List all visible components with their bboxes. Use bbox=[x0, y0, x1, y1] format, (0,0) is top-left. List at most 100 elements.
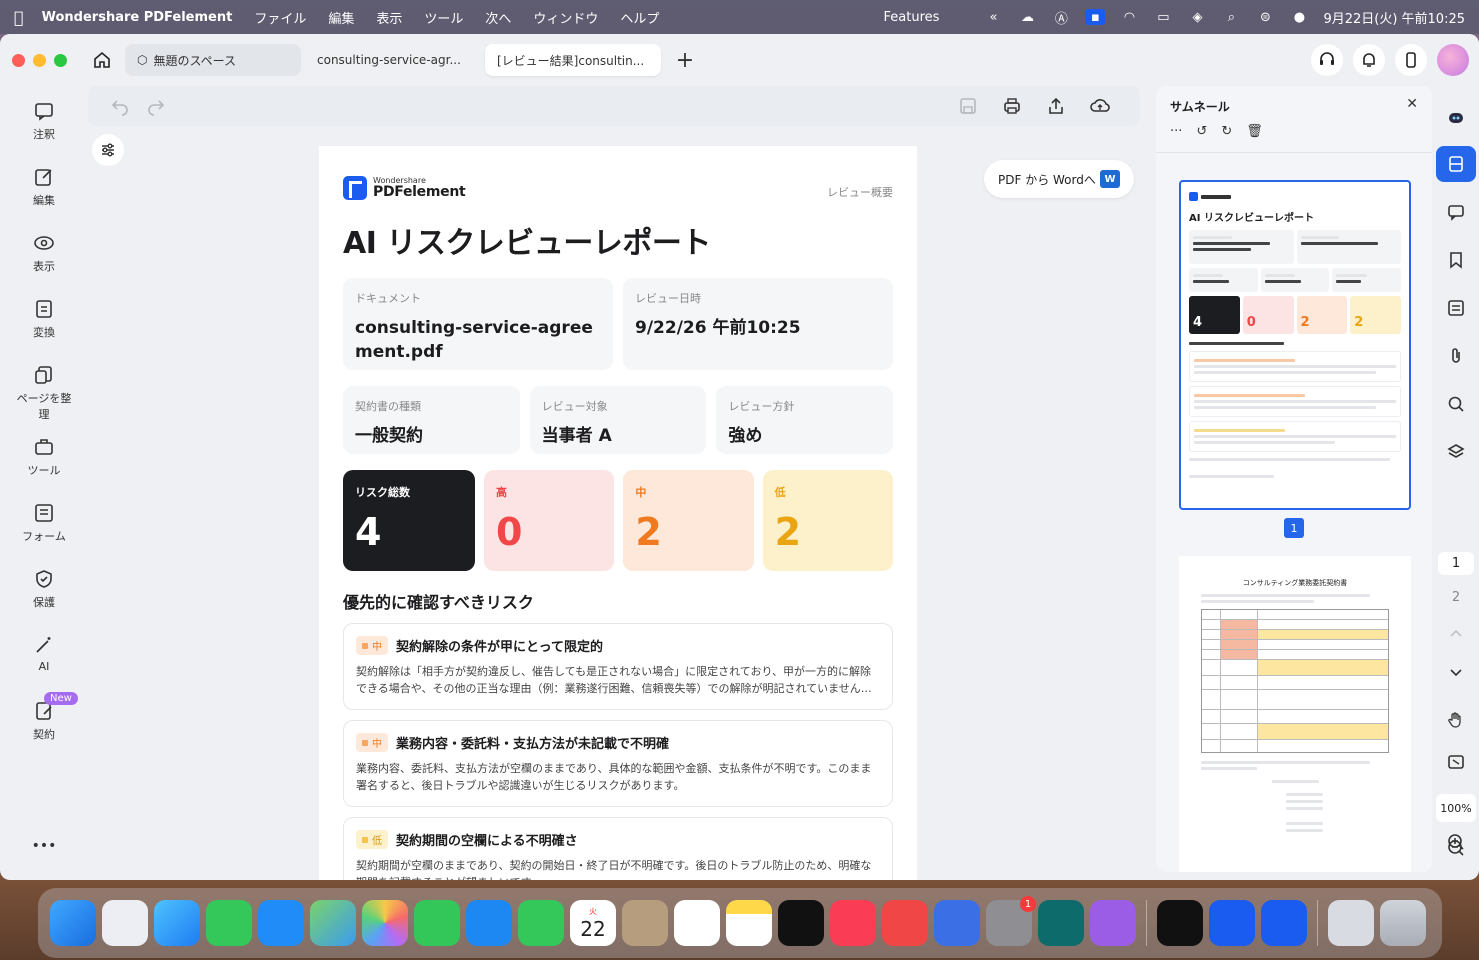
pdfelement-dock-icon[interactable] bbox=[1209, 900, 1255, 946]
home-button[interactable] bbox=[85, 43, 119, 77]
sidebar-item-convert[interactable]: 変換 bbox=[0, 298, 88, 340]
sidebar-more-button[interactable]: ••• bbox=[0, 838, 88, 854]
support-button[interactable] bbox=[1311, 44, 1343, 76]
rocket-app-icon[interactable] bbox=[882, 900, 928, 946]
rotate-right-icon[interactable]: ↻ bbox=[1221, 124, 1232, 139]
facetime-icon[interactable] bbox=[414, 900, 460, 946]
app-menu[interactable]: Wondershare PDFelement bbox=[42, 10, 233, 25]
thumbnails-panel-button[interactable] bbox=[1436, 146, 1476, 182]
page-thumbnail-1[interactable]: AI リスクレビューレポート 4 0 2 2 bbox=[1179, 180, 1411, 510]
notes-icon[interactable] bbox=[726, 900, 772, 946]
pdfelement-status-icon[interactable]: ▪ bbox=[1085, 9, 1106, 25]
pdfelement-alt-icon[interactable] bbox=[934, 900, 980, 946]
sidebar-item-protect[interactable]: 保護 bbox=[0, 568, 88, 610]
launchpad-icon[interactable] bbox=[102, 900, 148, 946]
sidebar-item-ai[interactable]: AI bbox=[0, 634, 88, 673]
menu-window[interactable]: ウィンドウ bbox=[533, 8, 598, 27]
control-center-icon[interactable]: ⊜ bbox=[1255, 9, 1275, 25]
close-panel-button[interactable]: ✕ bbox=[1406, 96, 1418, 112]
zoom-level[interactable]: 100% bbox=[1436, 794, 1476, 822]
share-button[interactable] bbox=[1042, 92, 1070, 120]
ai-assistant-button[interactable] bbox=[1436, 100, 1476, 136]
settings-filter-button[interactable] bbox=[92, 134, 124, 166]
app-store-icon[interactable] bbox=[466, 900, 512, 946]
save-button[interactable] bbox=[954, 92, 982, 120]
fullscreen-window-button[interactable] bbox=[54, 53, 67, 67]
page-down-button[interactable] bbox=[1436, 654, 1476, 690]
hand-tool-button[interactable] bbox=[1436, 702, 1476, 738]
pdf-to-word-button[interactable]: PDF から Wordへ W bbox=[984, 160, 1134, 198]
page-up-button[interactable] bbox=[1436, 616, 1476, 652]
page-thumbnail-2[interactable]: コンサルティング業務委託契約書 bbox=[1179, 556, 1411, 872]
siri-icon[interactable]: ● bbox=[1289, 9, 1309, 25]
menu-file[interactable]: ファイル bbox=[254, 8, 306, 27]
attachments-panel-button[interactable] bbox=[1436, 338, 1476, 374]
contacts-icon[interactable] bbox=[622, 900, 668, 946]
apple-tv-icon[interactable] bbox=[778, 900, 824, 946]
sidebar-item-contract[interactable]: New 契約 bbox=[0, 692, 88, 742]
sidebar-item-forms[interactable]: フォーム bbox=[0, 502, 88, 544]
wifi-icon[interactable]: ◠ bbox=[1119, 9, 1139, 25]
redo-button[interactable] bbox=[142, 92, 170, 120]
add-tab-button[interactable]: + bbox=[671, 46, 699, 74]
layers-panel-button[interactable] bbox=[1436, 434, 1476, 470]
spotlight-search-icon[interactable]: ⌕ bbox=[1221, 9, 1241, 25]
sidebar-item-annotate[interactable]: 注釈 bbox=[0, 100, 88, 142]
comments-panel-button[interactable] bbox=[1436, 194, 1476, 230]
messages-icon[interactable] bbox=[206, 900, 252, 946]
search-panel-button[interactable] bbox=[1436, 386, 1476, 422]
safari-icon[interactable] bbox=[154, 900, 200, 946]
maps-icon[interactable] bbox=[310, 900, 356, 946]
zoom-out-button[interactable] bbox=[1436, 830, 1476, 866]
trash-dock-icon[interactable] bbox=[1380, 900, 1426, 946]
user-avatar[interactable] bbox=[1437, 44, 1469, 76]
next-page-indicator[interactable]: 2 bbox=[1438, 590, 1474, 605]
sidebar-item-organize-pages[interactable]: ページを整理 bbox=[0, 364, 88, 422]
freeform-icon[interactable] bbox=[1038, 900, 1084, 946]
battery-icon[interactable]: ▭ bbox=[1153, 9, 1173, 25]
current-page-indicator[interactable]: 1 bbox=[1438, 552, 1474, 575]
menu-view[interactable]: 表示 bbox=[376, 8, 402, 27]
undo-button[interactable] bbox=[106, 92, 134, 120]
system-settings-icon[interactable]: 1 bbox=[986, 896, 1036, 946]
reminders-icon[interactable] bbox=[674, 900, 720, 946]
notification-button[interactable] bbox=[1353, 44, 1385, 76]
form-fields-panel-button[interactable] bbox=[1436, 290, 1476, 326]
print-button[interactable] bbox=[998, 92, 1026, 120]
sidebar-item-view[interactable]: 表示 bbox=[0, 232, 88, 274]
sidebar-item-edit[interactable]: 編集 bbox=[0, 166, 88, 208]
layers-status-icon[interactable]: ◈ bbox=[1187, 9, 1207, 25]
menu-tools[interactable]: ツール bbox=[424, 8, 463, 27]
menu-go[interactable]: 次へ bbox=[485, 8, 511, 27]
calendar-icon[interactable]: 火 22 bbox=[570, 900, 616, 946]
menubar-clock[interactable]: 9月22日(火) 午前10:25 bbox=[1323, 8, 1465, 27]
chevrons-left-icon[interactable]: « bbox=[983, 9, 1003, 25]
pdfelement-dock-icon-2[interactable] bbox=[1261, 900, 1307, 946]
features-menu[interactable]: Features bbox=[884, 10, 940, 25]
close-window-button[interactable] bbox=[12, 53, 25, 67]
input-method-icon[interactable]: Ⓐ bbox=[1051, 9, 1071, 27]
mail-icon[interactable] bbox=[258, 900, 304, 946]
sidebar-item-tools[interactable]: ツール bbox=[0, 436, 88, 478]
music-icon[interactable] bbox=[830, 900, 876, 946]
minimize-window-button[interactable] bbox=[33, 53, 46, 67]
photos-icon[interactable] bbox=[362, 900, 408, 946]
rotate-left-icon[interactable]: ↺ bbox=[1196, 124, 1207, 139]
tab-space[interactable]: ⬡ 無題のスペース bbox=[125, 44, 301, 76]
menu-edit[interactable]: 編集 bbox=[328, 8, 354, 27]
feedback-icon[interactable] bbox=[1090, 900, 1136, 946]
wondershare-icon[interactable] bbox=[1157, 900, 1203, 946]
mobile-button[interactable] bbox=[1395, 44, 1427, 76]
bookmarks-panel-button[interactable] bbox=[1436, 242, 1476, 278]
tab-review-result[interactable]: [レビュー結果]consultin... bbox=[485, 44, 661, 76]
tab-document[interactable]: consulting-service-agr... bbox=[305, 44, 481, 76]
fit-page-button[interactable] bbox=[1436, 744, 1476, 780]
trash-icon[interactable]: 🗑 bbox=[1246, 124, 1263, 139]
menu-help[interactable]: ヘルプ bbox=[620, 8, 659, 27]
apple-menu-icon[interactable]:  bbox=[14, 8, 24, 27]
more-options-icon[interactable]: ··· bbox=[1170, 124, 1182, 139]
cloud-icon[interactable]: ☁ bbox=[1017, 9, 1037, 25]
finder-icon[interactable] bbox=[50, 900, 96, 946]
phone-app-icon[interactable] bbox=[518, 900, 564, 946]
cloud-upload-button[interactable] bbox=[1086, 92, 1114, 120]
